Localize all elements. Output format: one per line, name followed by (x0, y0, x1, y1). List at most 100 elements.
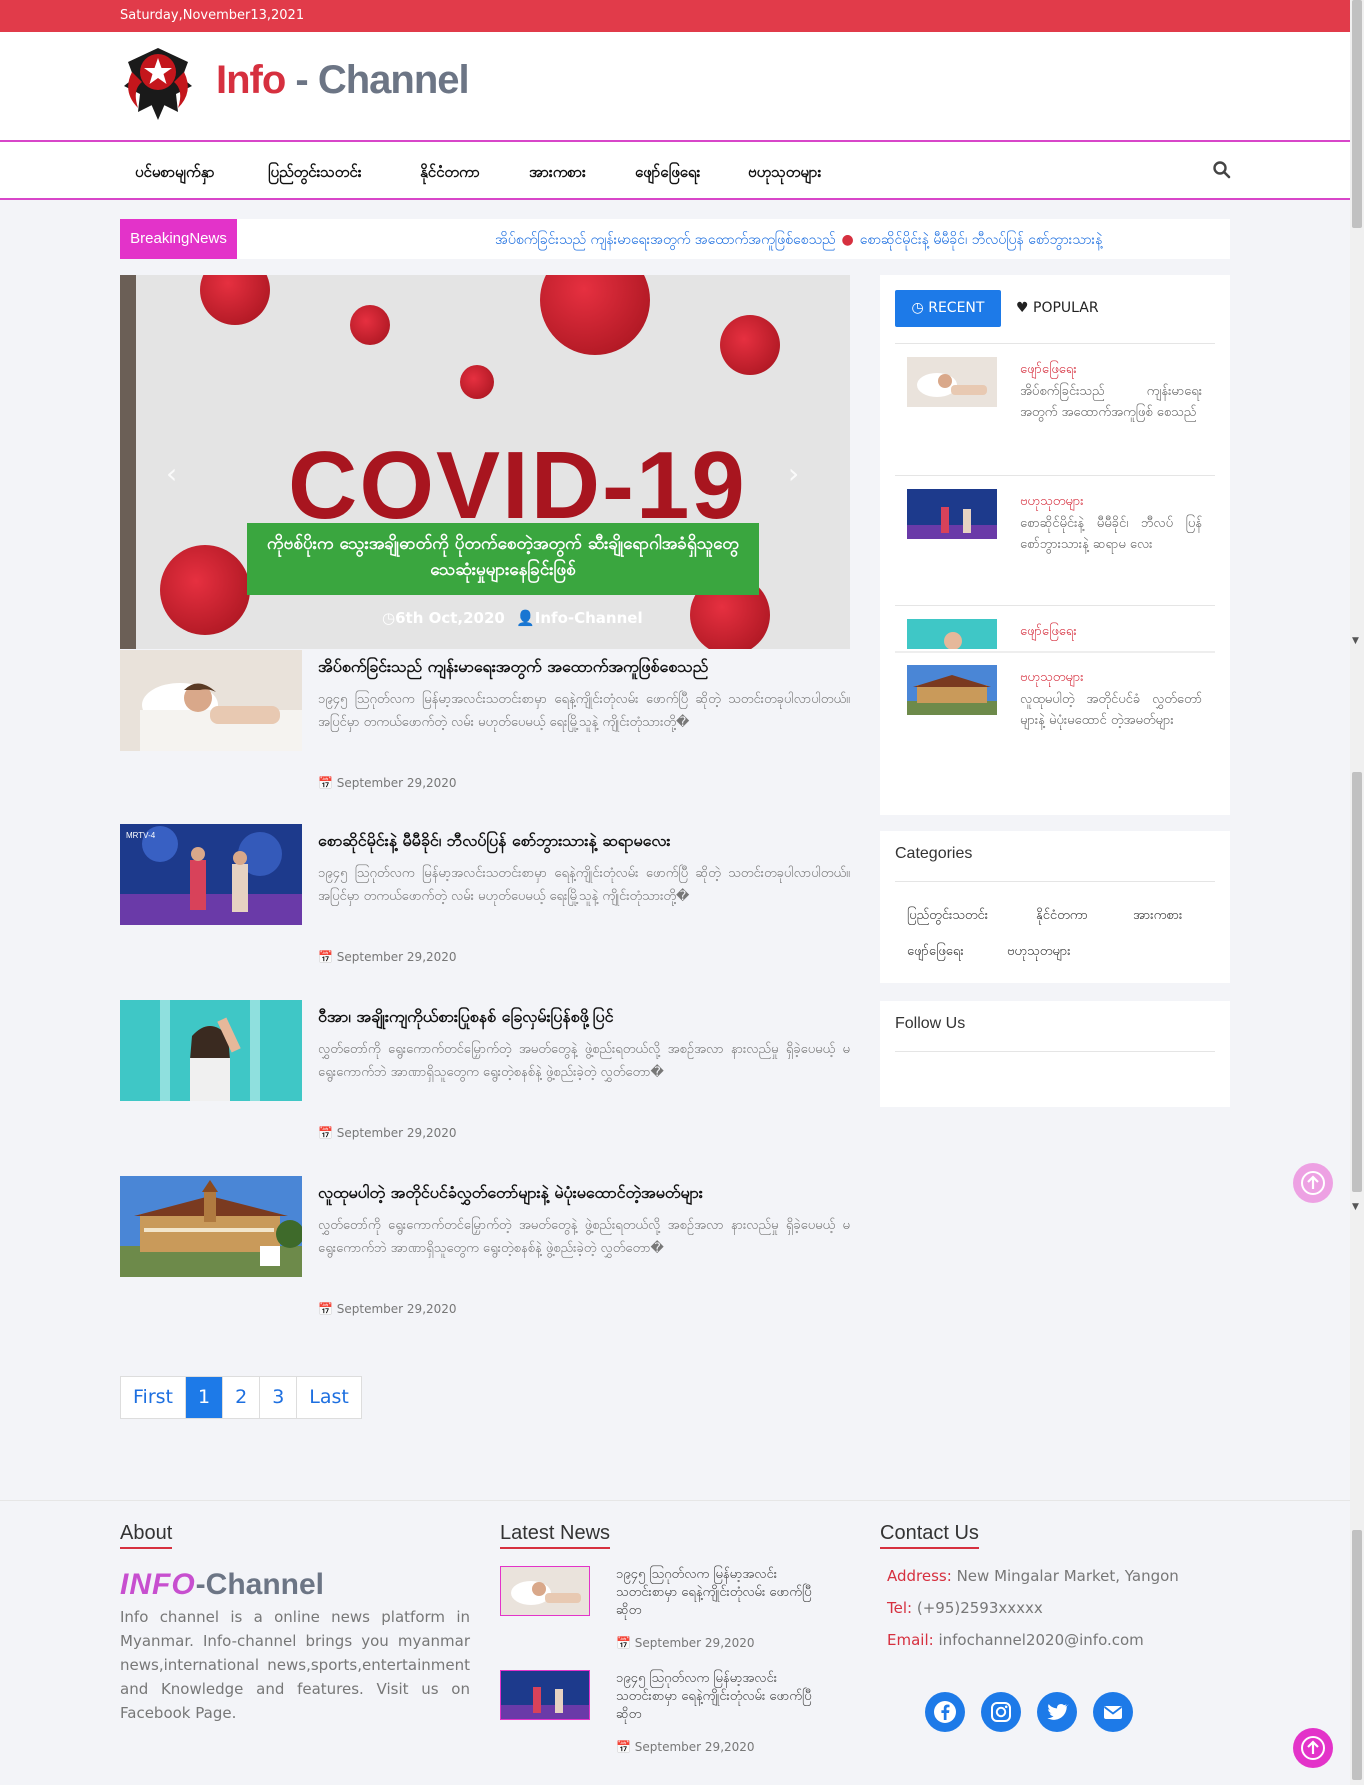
scroll-to-top-button[interactable] (1293, 1163, 1333, 1203)
facebook-icon[interactable] (925, 1692, 965, 1732)
post-item[interactable]: MRTV-4 စောဆိုင်မိုင်းနဲ့ မီမီခိုင်၊ ဘီလပ… (120, 824, 850, 984)
post-title[interactable]: အိပ်စက်ခြင်းသည် ကျန်းမာရေးအတွက် အထောက်အက… (318, 656, 850, 680)
category-link[interactable]: ပြည်တွင်းသတင်း (907, 907, 988, 926)
calendar-icon: 📅 (318, 1126, 333, 1140)
logo-emblem-icon[interactable] (120, 42, 196, 126)
tab-popular[interactable]: ♥ POPULAR (1016, 290, 1099, 327)
category-link[interactable]: ဗဟုသုတများ (1007, 943, 1071, 962)
clock-icon: ◷ (382, 609, 396, 627)
divider (895, 475, 1215, 476)
nav-item-local-news[interactable]: ပြည်တွင်းသတင်း (268, 163, 362, 185)
footer-contact-heading: Contact Us (880, 1522, 979, 1549)
recent-title[interactable]: လူထုမပါတဲ့ အတိုင်ပင်ခံ လွှတ်တော်များနဲ့ … (1020, 689, 1202, 731)
post-date: 📅 September 29,2020 (318, 1302, 457, 1316)
arrow-up-circle-icon (1301, 1171, 1325, 1195)
post-item[interactable]: ဝီအာ၊ အချိုးကျကိုယ်စားပြုစနစ် ခြေလှမ်းပြ… (120, 1000, 850, 1160)
post-excerpt: လွှတ်တော်ကို ရွေးကောက်တင်မြှောက်တဲ့ အမတ်… (318, 1218, 850, 1256)
latest-news-thumbnail[interactable] (500, 1566, 590, 1616)
breaking-news-ticker[interactable]: အိပ်စက်ခြင်းသည် ကျန်းမာရေးအတွက် အထောက်အက… (495, 230, 1102, 251)
recent-title[interactable]: အိပ်စက်ခြင်းသည် ကျန်းမာရေး အတွက် အထောက်အ… (1020, 381, 1202, 423)
recent-category[interactable]: ဖျော်ဖြေရေး (1020, 623, 1077, 642)
nav-item-sports[interactable]: အားကစား (529, 163, 586, 185)
post-item[interactable]: အိပ်စက်ခြင်းသည် ကျန်းမာရေးအတွက် အထောက်အက… (120, 650, 850, 810)
ticker-item[interactable]: အိပ်စက်ခြင်းသည် ကျန်းမာရေးအတွက် အထောက်အက… (495, 232, 836, 248)
nav-item-entertainment[interactable]: ဖျော်ဖြေရေး (635, 163, 700, 185)
divider (895, 605, 1215, 606)
hero-author[interactable]: Info-Channel (535, 609, 643, 627)
post-thumbnail[interactable] (120, 1176, 302, 1277)
page-2-button[interactable]: 2 (223, 1377, 261, 1418)
scroll-down-arrow-icon[interactable]: ▼ (1352, 636, 1359, 646)
tab-recent-label: RECENT (928, 300, 985, 316)
latest-news-title[interactable]: ၁၉၄၅ ဩဂုတ်လက မြန်မာ့အလင်း သတင်းစာမှာ ရေန… (616, 1670, 826, 1724)
latest-news-thumbnail[interactable] (500, 1670, 590, 1720)
footer-logo[interactable]: INFO-Channel (120, 1568, 324, 1602)
logo-separator: - (285, 58, 318, 102)
hero-slider[interactable]: COVID-19 ‹ › ကိုဗစ်ပိုးက သွေးအချိုဓာတ်ကိ… (120, 275, 850, 649)
address-value: New Mingalar Market, Yangon (956, 1567, 1179, 1585)
recent-thumbnail[interactable] (907, 619, 997, 649)
scrollbar-thumb-lower[interactable] (1352, 772, 1362, 1192)
twitter-icon[interactable] (1037, 1692, 1077, 1732)
category-link[interactable]: နိုင်ငံတကာ (1036, 907, 1088, 926)
divider (895, 651, 1215, 653)
category-link[interactable]: အားကစား (1133, 907, 1182, 926)
email-label: Email: (887, 1631, 934, 1649)
slider-next-icon[interactable]: › (788, 457, 799, 490)
recent-thumbnail[interactable] (907, 489, 997, 539)
post-title[interactable]: ဝီအာ၊ အချိုးကျကိုယ်စားပြုစနစ် ခြေလှမ်းပြ… (318, 1006, 850, 1030)
divider (895, 881, 1215, 882)
ticker-item[interactable]: စောဆိုင်မိုင်းနဲ့ မီမီခိုင်၊ ဘီလပ်ပြန် စ… (860, 232, 1103, 248)
post-thumbnail[interactable] (120, 1000, 302, 1101)
footer-about-heading: About (120, 1522, 173, 1549)
divider (895, 1051, 1215, 1052)
page-first-button[interactable]: First (121, 1377, 186, 1418)
slider-prev-icon[interactable]: ‹ (166, 457, 177, 490)
search-icon[interactable] (1212, 160, 1232, 180)
categories-heading: Categories (895, 845, 973, 862)
tel-label: Tel: (887, 1599, 913, 1617)
post-item[interactable]: လူထုမပါတဲ့ အတိုင်ပင်ခံလွှတ်တော်များနဲ့ မ… (120, 1176, 850, 1336)
nav-item-knowledge[interactable]: ဗဟုသုတများ (748, 163, 821, 185)
tel-value[interactable]: (+95)2593xxxxx (917, 1599, 1043, 1617)
recent-category[interactable]: ဖျော်ဖြေရေး (1020, 361, 1077, 380)
latest-news-title[interactable]: ၁၉၄၅ ဩဂုတ်လက မြန်မာ့အလင်း သတင်းစာမှာ ရေန… (616, 1566, 826, 1620)
page-3-button[interactable]: 3 (260, 1377, 298, 1418)
recent-title[interactable]: စောဆိုင်မိုင်းနဲ့ မီမီခိုင်၊ ဘီလပ် ပြန် … (1020, 513, 1202, 555)
recent-thumbnail[interactable] (907, 357, 997, 407)
follow-us-widget: Follow Us (880, 1001, 1230, 1107)
email-value[interactable]: infochannel2020@info.com (938, 1631, 1143, 1649)
post-thumbnail[interactable]: MRTV-4 (120, 824, 302, 925)
scroll-down-arrow-icon[interactable]: ▼ (1352, 1202, 1359, 1212)
email-icon[interactable] (1093, 1692, 1133, 1732)
recent-popular-widget: ◷ RECENT ♥ POPULAR ဖျော်ဖြေရေး အိပ်စက်ခြ… (880, 275, 1230, 815)
page-last-button[interactable]: Last (297, 1377, 361, 1418)
scroll-to-top-button[interactable] (1293, 1728, 1333, 1768)
svg-text:MRTV-4: MRTV-4 (126, 831, 156, 840)
instagram-icon[interactable] (981, 1692, 1021, 1732)
site-header (0, 32, 1350, 140)
logo-word-channel: Channel (317, 58, 470, 102)
arrow-up-circle-icon (1301, 1736, 1325, 1760)
recent-category[interactable]: ဗဟုသုတများ (1020, 493, 1084, 512)
category-link[interactable]: ဖျော်ဖြေရေး (907, 943, 964, 962)
hero-prev-slide-edge (120, 275, 136, 649)
post-title[interactable]: စောဆိုင်မိုင်းနဲ့ မီမီခိုင်၊ ဘီလပ်ပြန် စ… (318, 830, 850, 854)
nav-item-home[interactable]: ပင်မစာမျက်နှာ (135, 163, 215, 185)
scrollbar-thumb-bottom[interactable] (1352, 1530, 1362, 1780)
calendar-icon: 📅 (318, 1302, 333, 1316)
post-thumbnail[interactable] (120, 650, 302, 751)
site-logo-text[interactable]: Info - Channel (216, 58, 470, 103)
virus-graphic (540, 275, 650, 355)
clock-icon: ◷ (911, 300, 924, 316)
recent-category[interactable]: ဗဟုသုတများ (1020, 669, 1084, 688)
post-excerpt: လွှတ်တော်ကို ရွေးကောက်တင်မြှောက်တဲ့ အမတ်… (318, 1042, 850, 1080)
follow-us-heading: Follow Us (895, 1015, 966, 1032)
page-1-button[interactable]: 1 (186, 1377, 224, 1418)
nav-item-international[interactable]: နိုင်ငံတကာ (420, 163, 480, 185)
tab-recent[interactable]: ◷ RECENT (895, 290, 1001, 327)
recent-thumbnail[interactable] (907, 665, 997, 715)
post-title[interactable]: လူထုမပါတဲ့ အတိုင်ပင်ခံလွှတ်တော်များနဲ့ မ… (318, 1182, 850, 1206)
hero-caption[interactable]: ကိုဗစ်ပိုးက သွေးအချိုဓာတ်ကို ပိုတက်စေတဲ့… (247, 523, 759, 595)
scrollbar-thumb[interactable] (1352, 0, 1362, 228)
